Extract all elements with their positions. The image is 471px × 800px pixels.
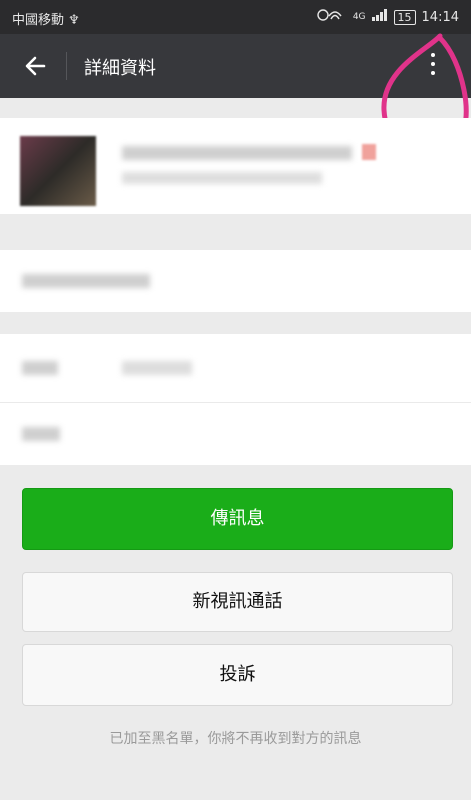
signal-bars-icon [371, 9, 388, 25]
time-label: 14:14 [421, 9, 459, 25]
signal-icon [317, 8, 347, 26]
send-message-button[interactable]: 傳訊息 [22, 488, 453, 550]
redacted-more-label [22, 427, 60, 441]
redacted-region-label [22, 361, 58, 375]
info-row-more[interactable] [0, 402, 471, 465]
redacted-id [122, 172, 322, 184]
avatar [20, 136, 96, 206]
header-divider [66, 52, 67, 80]
page-title: 詳細資料 [84, 58, 156, 79]
profile-card[interactable] [0, 118, 471, 214]
gender-icon [362, 144, 376, 160]
redacted-remark [22, 274, 150, 288]
status-right: 4G 15 14:14 [317, 8, 459, 26]
network-type: 4G [352, 12, 366, 22]
redacted-region-value [122, 361, 192, 375]
info-row-remark[interactable] [0, 250, 471, 312]
battery-icon: 15 [393, 9, 416, 25]
screen: 中國移動 ♆ 4G 15 14:14 詳細資料 傳訊息 新視訊通話 投訴 已加至… [0, 0, 471, 800]
blacklist-note: 已加至黑名單，你將不再收到對方的訊息 [109, 731, 362, 747]
video-call-button[interactable]: 新視訊通話 [22, 572, 453, 632]
back-arrow-icon[interactable] [18, 48, 54, 84]
redacted-name [122, 146, 352, 160]
info-row-region [0, 334, 471, 402]
carrier-label: 中國移動 ♆ [12, 13, 80, 28]
status-bar: 中國移動 ♆ 4G 15 14:14 [0, 0, 471, 34]
report-button[interactable]: 投訴 [22, 644, 453, 706]
